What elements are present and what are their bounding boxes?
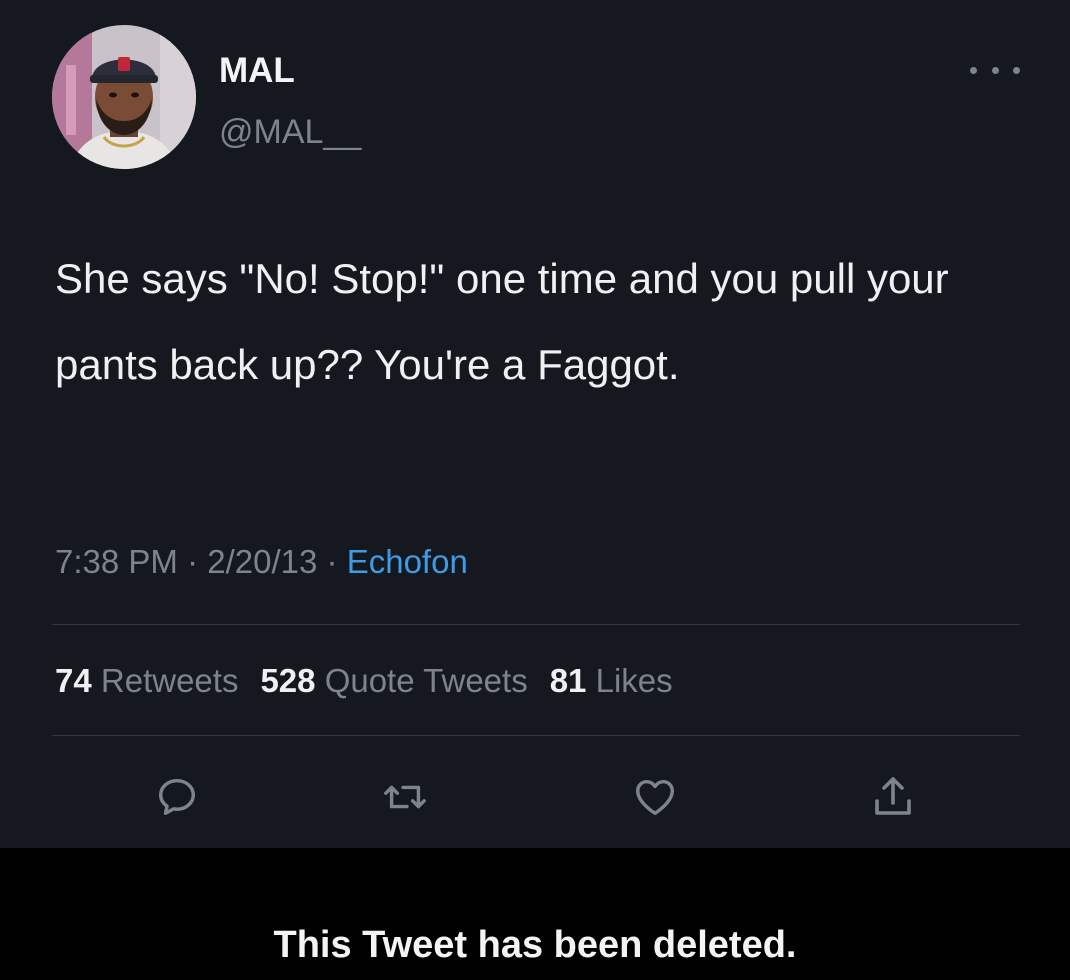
likes-label: Likes xyxy=(595,662,673,699)
retweet-icon xyxy=(384,785,426,809)
more-options-icon[interactable] xyxy=(970,58,1020,82)
tweet-card: MAL @MAL__ She says "No! Stop!" one time… xyxy=(0,0,1070,848)
dot xyxy=(970,66,977,74)
tweet-stats: 74 Retweets 528 Quote Tweets 81 Likes xyxy=(55,659,673,703)
share-icon xyxy=(875,777,911,815)
divider xyxy=(52,735,1020,736)
retweets-label: Retweets xyxy=(100,662,239,699)
retweets-count: 74 xyxy=(55,662,92,699)
reply-icon xyxy=(158,778,196,816)
deleted-notice-text: This Tweet has been deleted. xyxy=(273,924,797,966)
heart-icon xyxy=(636,779,674,816)
quote-tweets-stat[interactable]: 528 Quote Tweets xyxy=(260,662,527,699)
share-button[interactable] xyxy=(866,770,920,824)
tweet-text: She says "No! Stop!" one time and you pu… xyxy=(55,255,949,388)
likes-count: 81 xyxy=(549,662,587,699)
tweet-time: 7:38 PM xyxy=(55,543,178,580)
tweet-source-link[interactable]: Echofon xyxy=(347,543,468,580)
reply-button[interactable] xyxy=(150,770,204,824)
avatar[interactable] xyxy=(52,25,196,169)
user-handle[interactable]: @MAL__ xyxy=(219,112,361,152)
quote-tweets-label: Quote Tweets xyxy=(324,662,528,699)
likes-stat[interactable]: 81 Likes xyxy=(550,662,673,699)
dot xyxy=(991,66,999,74)
retweets-stat[interactable]: 74 Retweets xyxy=(55,662,238,699)
tweet-meta: 7:38 PM · 2/20/13 · Echofon xyxy=(55,540,468,584)
quote-tweets-count: 528 xyxy=(260,662,316,699)
tweet-date: 2/20/13 xyxy=(207,543,318,580)
divider xyxy=(52,624,1020,625)
user-name[interactable]: MAL xyxy=(219,51,295,91)
separator: · xyxy=(187,543,208,580)
retweet-button[interactable] xyxy=(378,770,432,824)
dot xyxy=(1013,66,1020,74)
avatar-image xyxy=(52,25,196,169)
like-button[interactable] xyxy=(628,770,682,824)
separator: · xyxy=(326,543,347,580)
